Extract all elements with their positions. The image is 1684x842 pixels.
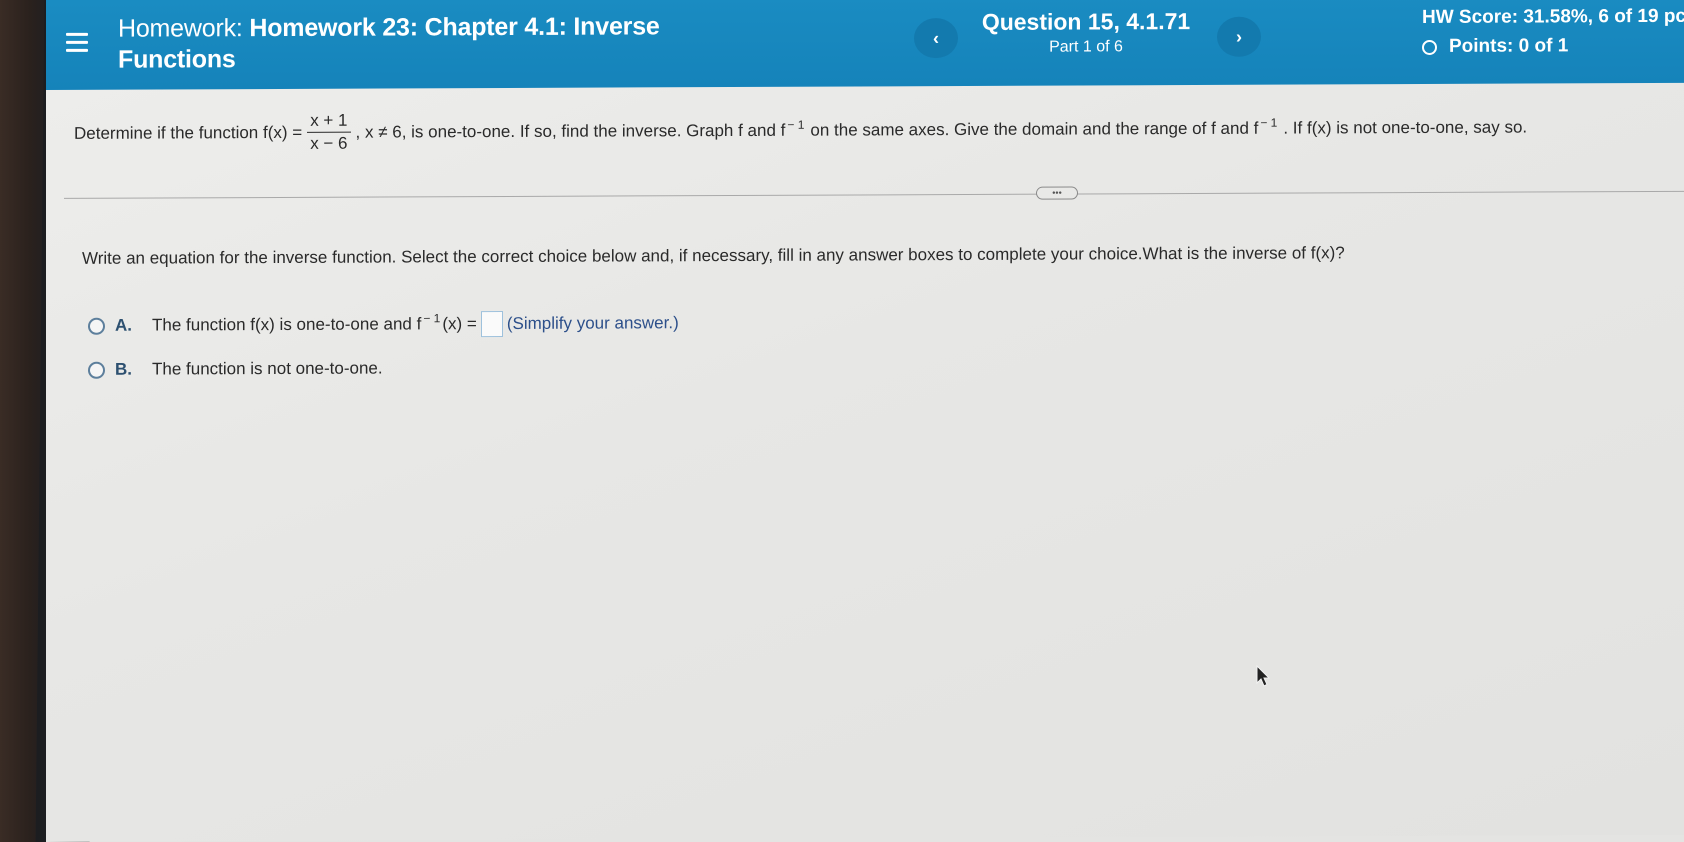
radio-choice-b[interactable] xyxy=(88,361,105,379)
homework-title: Homework: Homework 23: Chapter 4.1: Inve… xyxy=(118,11,758,76)
section-divider xyxy=(64,190,1684,199)
prompt-text-3: on the same axes. Give the domain and th… xyxy=(810,118,1259,140)
part-label: Part 1 of 6 xyxy=(1049,38,1123,56)
choice-a-text: The function f(x) is one-to-one and f xyxy=(152,314,422,335)
radio-choice-a[interactable] xyxy=(88,317,105,335)
points-circle-icon xyxy=(1422,39,1437,55)
inverse-superscript: − 1 xyxy=(787,117,805,132)
expand-button[interactable]: ••• xyxy=(1036,186,1078,200)
mouse-cursor-icon xyxy=(1256,665,1271,687)
points-label: Points: 0 of 1 xyxy=(1449,35,1569,57)
fraction-denominator: x − 6 xyxy=(310,133,348,153)
homework-title-line2: Functions xyxy=(118,45,236,74)
simplify-hint: (Simplify your answer.) xyxy=(506,313,679,333)
function-fraction: x + 1 x − 6 xyxy=(307,110,351,154)
instruction-text: Write an equation for the inverse functi… xyxy=(82,243,1345,268)
choice-b-text: The function is not one-to-one. xyxy=(152,358,383,379)
prompt-text-2: , x ≠ 6, is one-to-one. If so, find the … xyxy=(355,120,786,142)
header-bar: Homework: Homework 23: Chapter 4.1: Inve… xyxy=(46,0,1684,91)
previous-question-button[interactable]: ‹ xyxy=(914,18,958,59)
inverse-answer-input[interactable] xyxy=(480,311,503,338)
fraction-numerator: x + 1 xyxy=(307,110,351,133)
hw-score: HW Score: 31.58%, 6 of 19 pc xyxy=(1422,5,1684,28)
choice-a[interactable]: A. The function f(x) is one-to-one and f… xyxy=(88,310,679,339)
choice-b-letter: B. xyxy=(115,359,132,379)
inverse-superscript: − 1 xyxy=(423,311,441,326)
next-question-button[interactable]: › xyxy=(1217,16,1261,57)
choice-a-letter: A. xyxy=(115,315,132,335)
question-label: Question 15, 4.1.71 xyxy=(981,8,1191,35)
prompt-text-4: . If f(x) is not one-to-one, say so. xyxy=(1283,117,1528,138)
screen: Homework: Homework 23: Chapter 4.1: Inve… xyxy=(46,0,1684,842)
homework-title-main: Homework 23: Chapter 4.1: Inverse xyxy=(249,12,660,43)
choice-b[interactable]: B. The function is not one-to-one. xyxy=(88,358,383,381)
question-prompt: Determine if the function f(x) = x + 1 x… xyxy=(74,106,1527,155)
question-indicator: Question 15, 4.1.71 Part 1 of 6 xyxy=(966,7,1206,58)
points-row: Points: 0 of 1 xyxy=(1422,34,1684,59)
score-panel: HW Score: 31.58%, 6 of 19 pc Points: 0 o… xyxy=(1422,5,1684,59)
choice-a-text-after: (x) = xyxy=(442,314,477,334)
menu-icon[interactable] xyxy=(66,32,88,53)
chevron-right-icon: › xyxy=(1236,26,1242,47)
prompt-text-1: Determine if the function f(x) = xyxy=(74,122,303,143)
inverse-superscript: − 1 xyxy=(1260,115,1278,130)
homework-title-prefix: Homework: xyxy=(118,14,243,43)
chevron-left-icon: ‹ xyxy=(933,27,939,48)
